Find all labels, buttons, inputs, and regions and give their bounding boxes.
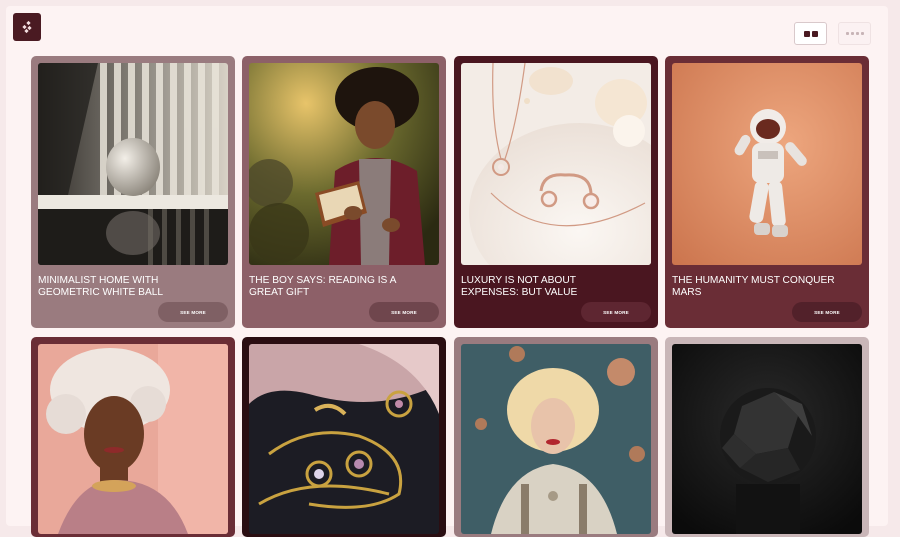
sparkle-dots-icon[interactable] [13, 13, 41, 41]
card-luxury-jewelry[interactable]: LUXURY IS NOT ABOUT EXPENSES: BUT VALUE … [454, 56, 658, 328]
card-title: THE HUMANITY MUST CONQUER MARS [672, 275, 835, 298]
card-mars-astronaut[interactable]: THE HUMANITY MUST CONQUER MARS SEE MORE [665, 56, 869, 328]
card-title: LUXURY IS NOT ABOUT EXPENSES: BUT VALUE [461, 275, 578, 298]
card-boy-reading[interactable]: THE BOY SAYS: READING IS A GREAT GIFT SE… [242, 56, 446, 328]
card-title: THE BOY SAYS: READING IS A GREAT GIFT [249, 275, 396, 298]
card-image [38, 63, 228, 265]
see-more-button[interactable]: SEE MORE [581, 302, 651, 322]
card-portrait-woman[interactable] [31, 337, 235, 537]
see-more-button[interactable]: SEE MORE [792, 302, 862, 322]
card-black-sphere[interactable] [665, 337, 869, 537]
card-image [249, 63, 439, 265]
card-minimalist-home[interactable]: MINIMALIST HOME WITH GEOMETRIC WHITE BAL… [31, 56, 235, 328]
see-more-button[interactable]: SEE MORE [158, 302, 228, 322]
grid-four-column-icon[interactable] [838, 22, 871, 45]
card-title: MINIMALIST HOME WITH GEOMETRIC WHITE BAL… [38, 275, 164, 298]
see-more-button[interactable]: SEE MORE [369, 302, 439, 322]
card-jewelry-collection[interactable] [242, 337, 446, 537]
card-space-woman[interactable] [454, 337, 658, 537]
grid-two-column-icon[interactable] [794, 22, 827, 45]
card-image [461, 63, 651, 265]
card-image [672, 63, 862, 265]
